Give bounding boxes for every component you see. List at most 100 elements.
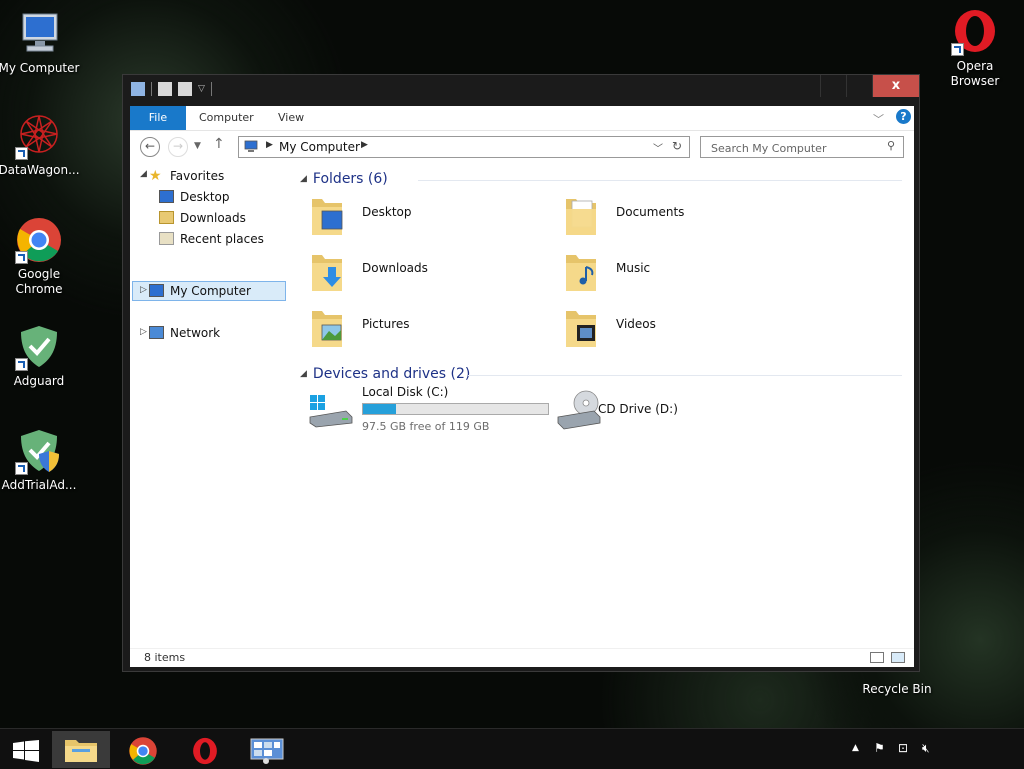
drive-local-disk-c[interactable]: Local Disk (C:) 97.5 GB free of 119 GB <box>292 385 549 443</box>
desktop-icon-adguard[interactable]: Adguard <box>0 323 81 389</box>
quick-access-toolbar: ▽ <box>131 82 212 96</box>
sidebar-item-downloads[interactable]: Downloads <box>159 208 246 228</box>
documents-folder-icon <box>566 199 596 235</box>
taskbar-chrome[interactable] <box>114 731 172 768</box>
drive-label: Local Disk (C:) <box>362 385 449 399</box>
desktop-icon-google-chrome[interactable]: Google Chrome <box>0 216 81 297</box>
desktop-icon-addtrialad[interactable]: AddTrialAd... <box>0 427 81 493</box>
shortcut-arrow-icon <box>15 147 28 160</box>
pictures-folder-icon <box>312 311 342 347</box>
desktop-icon-my-computer[interactable]: My Computer <box>0 10 81 76</box>
folder-label: Music <box>616 261 651 275</box>
taskbar-opera[interactable] <box>176 731 234 768</box>
address-bar[interactable]: ▶ My Computer ▶ ﹀ ↻ <box>238 136 690 158</box>
chevron-down-icon[interactable]: ▽ <box>198 84 205 94</box>
details-view-icon[interactable] <box>870 652 884 663</box>
refresh-icon[interactable]: ↻ <box>672 139 682 153</box>
folder-pictures[interactable]: Pictures <box>292 303 532 353</box>
network-icon <box>149 326 164 339</box>
group-divider <box>468 375 902 376</box>
network-status-icon[interactable]: ⊡ <box>898 741 908 755</box>
file-view: ◢ Folders (6) Desktop Documents Downloads… <box>292 163 914 648</box>
adguard-shield-icon <box>15 427 63 475</box>
drive-cd-d[interactable]: CD Drive (D:) <box>546 385 786 443</box>
search-box: ⚲ <box>700 136 904 158</box>
toolbar-divider <box>151 82 152 96</box>
computer-small-icon[interactable] <box>131 82 145 96</box>
search-input[interactable] <box>709 138 883 158</box>
group-header-folders[interactable]: ◢ Folders (6) <box>300 169 388 189</box>
group-divider <box>418 180 902 181</box>
recent-locations-icon[interactable]: ▼ <box>194 141 201 151</box>
opera-icon <box>193 737 217 765</box>
help-button[interactable]: ? <box>896 109 911 124</box>
status-bar: 8 items <box>130 648 914 667</box>
start-button[interactable] <box>0 731 58 768</box>
taskbar-control-panel[interactable] <box>238 731 296 768</box>
datawagon-icon <box>15 112 63 160</box>
expand-arrow-icon[interactable]: ▷ <box>140 327 147 337</box>
sidebar-item-recent-places[interactable]: Recent places <box>159 229 264 249</box>
cd-drive-icon <box>557 390 601 430</box>
desktop-icon-label: Google Chrome <box>15 267 63 296</box>
item-count: 8 items <box>144 651 186 664</box>
recent-places-icon <box>159 232 174 245</box>
downloads-folder-icon <box>312 255 342 291</box>
shortcut-arrow-icon <box>15 358 28 371</box>
large-icons-view-icon[interactable] <box>891 652 905 663</box>
folder-music[interactable]: Music <box>546 247 786 297</box>
action-center-flag-icon[interactable]: ⚑ <box>874 741 885 755</box>
desktop-icon-datawagon[interactable]: DataWagon... <box>0 112 81 178</box>
shortcut-arrow-icon <box>15 251 28 264</box>
folder-downloads[interactable]: Downloads <box>292 247 532 297</box>
drive-free-space: 97.5 GB free of 119 GB <box>362 420 490 433</box>
collapse-arrow-icon[interactable]: ◢ <box>300 369 307 379</box>
expand-arrow-icon[interactable]: ▷ <box>140 285 147 295</box>
maximize-button[interactable] <box>846 75 872 97</box>
sidebar-item-desktop[interactable]: Desktop <box>159 187 230 207</box>
search-icon[interactable]: ⚲ <box>887 139 895 152</box>
drive-usage-fill <box>363 404 397 414</box>
chevron-down-icon[interactable]: ﹀ <box>653 140 663 155</box>
collapse-arrow-icon[interactable]: ◢ <box>140 169 147 179</box>
expand-ribbon-icon[interactable]: ﹀ <box>873 111 884 127</box>
close-button[interactable]: x <box>872 75 919 97</box>
navigation-pane: ◢ ★ Favorites Desktop Downloads Recent pl… <box>130 163 292 648</box>
new-folder-icon[interactable] <box>178 82 192 96</box>
show-hidden-icons-icon[interactable]: ▲ <box>852 743 859 753</box>
sidebar-item-my-computer[interactable]: My Computer <box>149 281 251 301</box>
folder-documents[interactable]: Documents <box>546 191 786 241</box>
folder-desktop[interactable]: Desktop <box>292 191 532 241</box>
up-arrow-icon[interactable]: ↑ <box>213 136 225 152</box>
taskbar-file-explorer[interactable] <box>52 731 110 768</box>
desktop-icon-opera[interactable]: Opera Browser <box>933 8 1017 89</box>
collapse-arrow-icon[interactable]: ◢ <box>300 174 307 184</box>
tab-file[interactable]: File <box>130 106 186 130</box>
group-header-devices[interactable]: ◢ Devices and drives (2) <box>300 364 470 384</box>
desktop-icon-recycle-bin[interactable]: Recycle Bin <box>855 682 939 697</box>
adguard-shield-icon <box>15 323 63 371</box>
tab-computer[interactable]: Computer <box>199 106 254 130</box>
breadcrumb[interactable]: My Computer <box>279 140 360 154</box>
volume-muted-icon[interactable]: 🔇︎ <box>922 741 930 756</box>
chevron-right-icon[interactable]: ▶ <box>361 140 368 150</box>
opera-icon <box>951 8 999 56</box>
desktop-icon-label: Opera Browser <box>950 59 1000 88</box>
computer-small-icon <box>244 140 258 152</box>
tab-view[interactable]: View <box>278 106 304 130</box>
toolbar-divider <box>210 82 212 96</box>
star-icon: ★ <box>149 168 162 184</box>
computer-small-icon <box>149 284 164 297</box>
navigation-bar: ← → ▼ ↑ ▶ My Computer ▶ ﹀ ↻ ⚲ <box>130 131 914 163</box>
minimize-button[interactable] <box>820 75 846 97</box>
folder-videos[interactable]: Videos <box>546 303 786 353</box>
sidebar-item-network[interactable]: Network <box>149 323 220 343</box>
forward-button[interactable]: → <box>168 137 188 157</box>
desktop-folder-icon <box>312 199 343 235</box>
ribbon-tabs: File Computer View ﹀ ? <box>130 106 914 131</box>
chevron-right-icon[interactable]: ▶ <box>266 140 273 150</box>
control-panel-icon <box>250 738 284 764</box>
properties-icon[interactable] <box>158 82 172 96</box>
sidebar-item-favorites[interactable]: ★ Favorites <box>149 166 224 186</box>
back-button[interactable]: ← <box>140 137 160 157</box>
